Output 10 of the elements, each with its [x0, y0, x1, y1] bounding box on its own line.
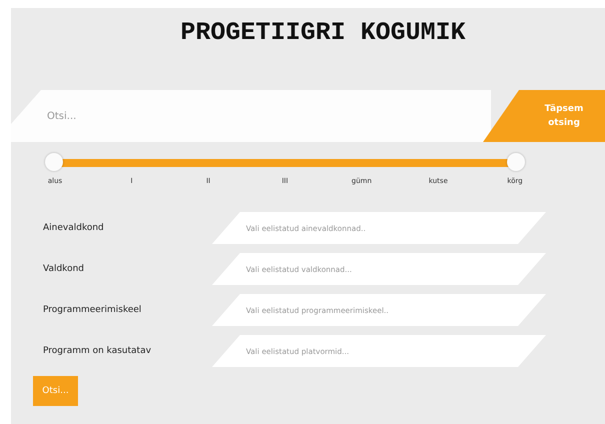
filter-label: Valdkond: [43, 264, 86, 274]
filter-label: Programmeerimiskeel: [43, 305, 142, 315]
search-field[interactable]: Otsi...: [11, 90, 491, 142]
filter-label: Ainevaldkond: [43, 223, 105, 233]
slider-handle[interactable]: [507, 153, 525, 171]
page-title: PROGETIIGRI KOGUMIK: [180, 17, 466, 49]
slider-handle[interactable]: [45, 153, 63, 171]
search-button[interactable]: Otsi...: [33, 376, 78, 406]
advanced-search-button[interactable]: Täpsem otsing: [483, 90, 605, 142]
filter-label: Programm on kasutatav: [43, 346, 152, 356]
